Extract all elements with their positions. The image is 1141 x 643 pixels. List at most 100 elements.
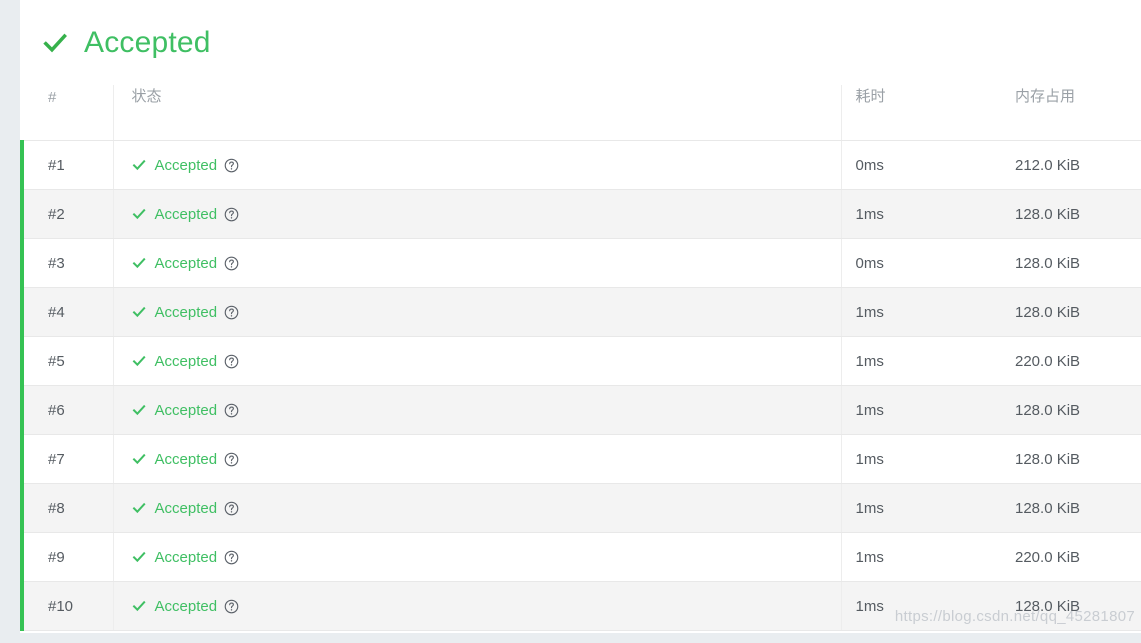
status-label: Accepted — [154, 303, 218, 321]
cell-index: #1 — [20, 139, 113, 190]
status-label: Accepted — [154, 254, 218, 272]
check-icon — [132, 404, 146, 416]
status-label: Accepted — [154, 499, 218, 517]
status-badge: Accepted — [132, 402, 841, 419]
status-label: Accepted — [154, 352, 218, 370]
check-icon — [132, 159, 146, 171]
table-row[interactable]: #10 Accepted 1ms 128.0 KiB — [20, 580, 1141, 631]
status-label: Accepted — [154, 548, 218, 566]
status-badge: Accepted — [132, 451, 841, 468]
table-row[interactable]: #4 Accepted 1ms 128.0 KiB — [20, 286, 1141, 337]
cell-memory: 128.0 KiB — [1001, 238, 1141, 288]
cell-memory: 128.0 KiB — [1001, 287, 1141, 337]
check-icon — [132, 208, 146, 220]
table-body: #1 Accepted 0ms 212.0 KiB #2 Accepted 1ms 128.0… — [20, 139, 1141, 631]
question-circle-icon[interactable] — [224, 452, 239, 467]
verdict-header: Accepted — [20, 0, 1141, 85]
cell-index: #9 — [20, 531, 113, 582]
question-circle-icon[interactable] — [224, 305, 239, 320]
table-header-row: # 状态 耗时 内存占用 — [20, 85, 1141, 141]
cell-time: 0ms — [840, 140, 1001, 190]
cell-index: #8 — [20, 482, 113, 533]
cell-status: Accepted — [112, 434, 841, 484]
status-badge: Accepted — [132, 549, 841, 566]
status-badge: Accepted — [132, 255, 841, 272]
cell-status: Accepted — [112, 140, 841, 190]
column-header-status: 状态 — [112, 85, 841, 141]
cell-time: 1ms — [840, 581, 1001, 631]
page-title: Accepted — [84, 25, 211, 59]
cell-time: 1ms — [840, 287, 1001, 337]
table-row[interactable]: #1 Accepted 0ms 212.0 KiB — [20, 139, 1141, 190]
status-label: Accepted — [154, 401, 218, 419]
cell-memory: 128.0 KiB — [1001, 434, 1141, 484]
cell-status: Accepted — [112, 581, 841, 631]
question-circle-icon[interactable] — [224, 501, 239, 516]
cell-time: 1ms — [840, 385, 1001, 435]
question-circle-icon[interactable] — [224, 354, 239, 369]
cell-time: 1ms — [840, 189, 1001, 239]
cell-index: #6 — [20, 384, 113, 435]
check-icon — [132, 502, 146, 514]
status-badge: Accepted — [132, 500, 841, 517]
cell-status: Accepted — [112, 336, 841, 386]
cell-time: 1ms — [840, 434, 1001, 484]
check-icon — [132, 257, 146, 269]
cell-time: 1ms — [840, 336, 1001, 386]
table-row[interactable]: #3 Accepted 0ms 128.0 KiB — [20, 237, 1141, 288]
check-icon — [132, 551, 146, 563]
status-label: Accepted — [154, 450, 218, 468]
table-row[interactable]: #6 Accepted 1ms 128.0 KiB — [20, 384, 1141, 435]
status-label: Accepted — [154, 156, 218, 174]
cell-index: #3 — [20, 237, 113, 288]
cell-index: #10 — [20, 580, 113, 631]
cell-status: Accepted — [112, 287, 841, 337]
cell-memory: 128.0 KiB — [1001, 483, 1141, 533]
page-background: Accepted # 状态 耗时 内存占用 #1 Accepted 0ms 212.0… — [0, 0, 1141, 643]
check-icon — [43, 33, 67, 52]
column-header-time: 耗时 — [840, 85, 1001, 141]
column-header-memory: 内存占用 — [1001, 85, 1141, 141]
cell-memory: 128.0 KiB — [1001, 385, 1141, 435]
status-badge: Accepted — [132, 304, 841, 321]
submission-result-card: Accepted # 状态 耗时 内存占用 #1 Accepted 0ms 212.0… — [20, 0, 1141, 633]
status-label: Accepted — [154, 597, 218, 615]
cell-status: Accepted — [112, 385, 841, 435]
cell-status: Accepted — [112, 532, 841, 582]
cell-index: #7 — [20, 433, 113, 484]
cell-status: Accepted — [112, 483, 841, 533]
question-circle-icon[interactable] — [224, 158, 239, 173]
test-case-results-table: # 状态 耗时 内存占用 #1 Accepted 0ms 212.0 KiB #2 Acc… — [20, 85, 1141, 631]
question-circle-icon[interactable] — [224, 256, 239, 271]
cell-status: Accepted — [112, 189, 841, 239]
cell-memory: 212.0 KiB — [1001, 140, 1141, 190]
question-circle-icon[interactable] — [224, 403, 239, 418]
table-row[interactable]: #7 Accepted 1ms 128.0 KiB — [20, 433, 1141, 484]
question-circle-icon[interactable] — [224, 207, 239, 222]
table-row[interactable]: #8 Accepted 1ms 128.0 KiB — [20, 482, 1141, 533]
check-icon — [132, 306, 146, 318]
column-header-index: # — [20, 85, 113, 141]
cell-index: #4 — [20, 286, 113, 337]
cell-time: 1ms — [840, 532, 1001, 582]
cell-memory: 128.0 KiB — [1001, 581, 1141, 631]
cell-memory: 220.0 KiB — [1001, 336, 1141, 386]
cell-index: #5 — [20, 335, 113, 386]
check-icon — [132, 453, 146, 465]
cell-memory: 220.0 KiB — [1001, 532, 1141, 582]
table-row[interactable]: #9 Accepted 1ms 220.0 KiB — [20, 531, 1141, 582]
question-circle-icon[interactable] — [224, 599, 239, 614]
check-icon — [132, 355, 146, 367]
table-row[interactable]: #5 Accepted 1ms 220.0 KiB — [20, 335, 1141, 386]
question-circle-icon[interactable] — [224, 550, 239, 565]
cell-time: 0ms — [840, 238, 1001, 288]
status-badge: Accepted — [132, 598, 841, 615]
status-badge: Accepted — [132, 157, 841, 174]
status-badge: Accepted — [132, 206, 841, 223]
table-row[interactable]: #2 Accepted 1ms 128.0 KiB — [20, 188, 1141, 239]
cell-time: 1ms — [840, 483, 1001, 533]
cell-index: #2 — [20, 188, 113, 239]
status-label: Accepted — [154, 205, 218, 223]
status-badge: Accepted — [132, 353, 841, 370]
check-icon — [132, 600, 146, 612]
